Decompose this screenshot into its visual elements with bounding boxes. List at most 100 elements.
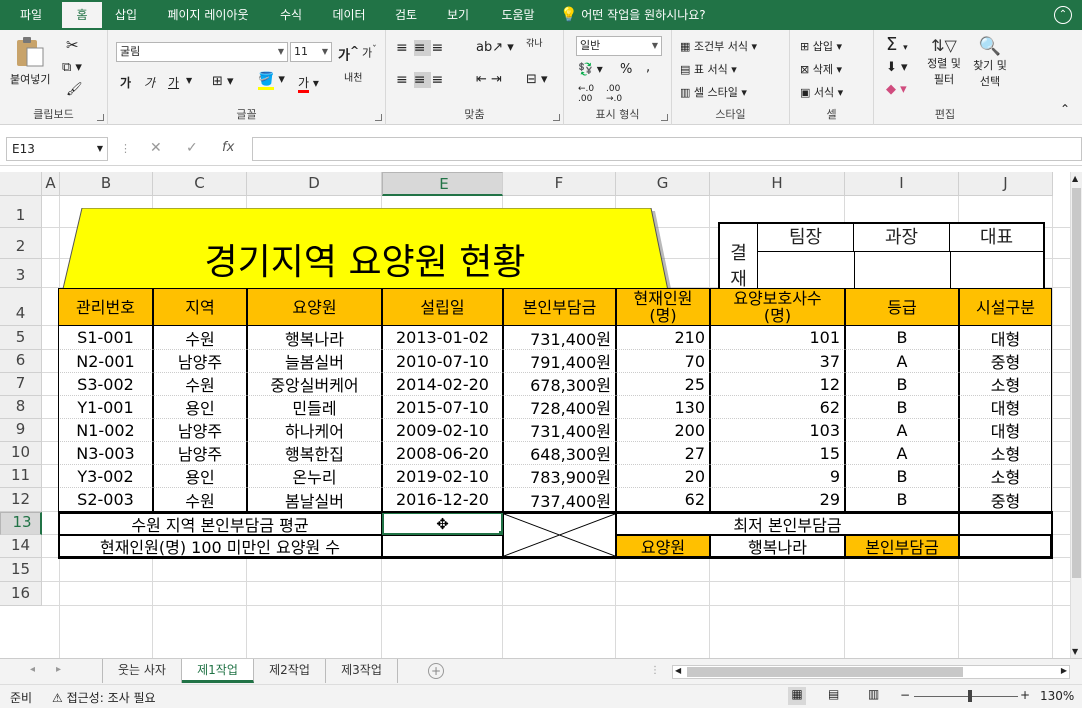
table-cell[interactable]: 소형 (959, 373, 1052, 396)
column-header-I[interactable]: I (845, 172, 959, 196)
min-blank-cell[interactable] (959, 512, 1052, 535)
sort-filter-button[interactable]: ⇅▽ 정렬 및 필터 (922, 36, 966, 87)
column-header-G[interactable]: G (616, 172, 710, 196)
tab-insert[interactable]: 삽입 (106, 0, 146, 30)
table-cell[interactable]: 2013-01-02 (382, 326, 503, 350)
table-cell[interactable]: 731,400원 (503, 326, 616, 350)
row-header-6[interactable]: 6 (0, 350, 42, 373)
insert-cells-button[interactable]: ⊞ 삽입 ▾ (800, 38, 842, 54)
table-cell[interactable]: 27 (616, 442, 710, 465)
tell-me-search[interactable]: 💡 어떤 작업을 원하시나요? (560, 0, 706, 30)
table-cell[interactable]: 늘봄실버 (247, 350, 382, 373)
hscroll-thumb[interactable] (687, 667, 963, 677)
table-cell[interactable]: A (845, 442, 959, 465)
cell-styles-button[interactable]: ▥ 셀 스타일 ▾ (680, 84, 747, 100)
scroll-right-icon[interactable]: ▶ (1061, 666, 1067, 675)
table-cell[interactable]: B (845, 465, 959, 488)
table-cell[interactable]: 737,400원 (503, 488, 616, 512)
table-cell[interactable]: 70 (616, 350, 710, 373)
scroll-left-icon[interactable]: ◀ (675, 666, 681, 675)
clear-icon[interactable]: ◆ ▾ (886, 82, 907, 97)
format-cells-button[interactable]: ▣ 서식 ▾ (800, 84, 843, 100)
table-cell[interactable]: 행복나라 (247, 326, 382, 350)
zoom-slider[interactable] (914, 690, 1018, 702)
formula-input[interactable] (252, 137, 1082, 161)
table-cell[interactable]: 용인 (153, 465, 247, 488)
enter-icon[interactable]: ✓ (186, 140, 198, 156)
table-cell[interactable]: B (845, 488, 959, 512)
selected-cell-e13[interactable]: ✥ (382, 512, 503, 535)
sheet-tab-4[interactable]: 제3작업 (326, 659, 398, 683)
row-header-4[interactable]: 4 (0, 288, 42, 326)
underline-dropdown-icon[interactable]: ▼ (186, 76, 192, 85)
wrap-text-button[interactable]: 갂나 (526, 40, 548, 49)
accessibility-status[interactable]: ⚠ 접근성: 조사 필요 (52, 689, 156, 706)
expand-ribbon-icon[interactable]: ⌃ (1054, 6, 1072, 24)
row-header-12[interactable]: 12 (0, 488, 42, 512)
select-all-corner[interactable] (0, 172, 42, 196)
table-cell[interactable]: S2-003 (58, 488, 153, 512)
conditional-format-button[interactable]: ▦ 조건부 서식 ▾ (680, 38, 757, 54)
table-cell[interactable]: 중형 (959, 350, 1052, 373)
table-cell[interactable]: 29 (710, 488, 845, 512)
horizontal-align-icons[interactable]: ≡≡≡ (396, 72, 449, 88)
table-cell[interactable]: Y3-002 (58, 465, 153, 488)
table-cell[interactable]: B (845, 326, 959, 350)
table-cell[interactable]: 소형 (959, 465, 1052, 488)
autosum-icon[interactable]: Σ ▾ (886, 34, 908, 55)
table-cell[interactable]: 수원 (153, 488, 247, 512)
table-cell[interactable]: 15 (710, 442, 845, 465)
border-icon[interactable]: ⊞ ▾ (212, 74, 234, 89)
clipboard-dialog-launcher[interactable] (97, 114, 104, 121)
row-header-7[interactable]: 7 (0, 373, 42, 396)
underline-button[interactable]: 가 (168, 74, 179, 91)
find-select-button[interactable]: 🔍 찾기 및 선택 (968, 36, 1012, 89)
table-cell[interactable]: 130 (616, 396, 710, 419)
copy-icon[interactable]: ⧉ ▾ (62, 60, 82, 75)
tab-formulas[interactable]: 수식 (270, 0, 312, 30)
collapse-ribbon-icon[interactable]: ⌃ (1060, 102, 1070, 116)
row-header-2[interactable]: 2 (0, 228, 42, 259)
comma-icon[interactable]: , (646, 60, 650, 75)
scroll-up-icon[interactable]: ▲ (1072, 174, 1078, 183)
tab-help[interactable]: 도움말 (490, 0, 546, 30)
sheet-tab-3[interactable]: 제2작업 (254, 659, 326, 683)
table-cell[interactable]: 하나케어 (247, 419, 382, 442)
insert-function-button[interactable]: fx (222, 140, 234, 155)
row-header-3[interactable]: 3 (0, 259, 42, 288)
table-cell[interactable]: 민들레 (247, 396, 382, 419)
row-header-8[interactable]: 8 (0, 396, 42, 419)
table-cell[interactable]: 행복한집 (247, 442, 382, 465)
cut-icon[interactable]: ✂ (66, 36, 79, 54)
row-header-10[interactable]: 10 (0, 442, 42, 465)
column-header-C[interactable]: C (153, 172, 247, 196)
number-format-select[interactable]: 일반 ▼ (576, 36, 662, 56)
table-cell[interactable]: 12 (710, 373, 845, 396)
font-name-select[interactable]: 굴림 ▼ (116, 42, 288, 62)
table-cell[interactable]: 대형 (959, 396, 1052, 419)
normal-view-icon[interactable]: ▦ (788, 687, 806, 705)
table-cell[interactable]: 2019-02-10 (382, 465, 503, 488)
row-header-16[interactable]: 16 (0, 582, 42, 606)
table-cell[interactable]: N3-003 (58, 442, 153, 465)
prev-sheet-icon[interactable]: ◂ (30, 664, 35, 675)
table-cell[interactable]: 2015-07-10 (382, 396, 503, 419)
font-size-select[interactable]: 11 ▼ (290, 42, 332, 62)
table-cell[interactable]: Y1-001 (58, 396, 153, 419)
table-cell[interactable]: A (845, 350, 959, 373)
table-cell[interactable]: 수원 (153, 373, 247, 396)
tab-home[interactable]: 홈 (62, 2, 102, 30)
row-header-5[interactable]: 5 (0, 326, 42, 350)
tab-data[interactable]: 데이터 (322, 0, 376, 30)
phonetic-button[interactable]: 내천 (344, 74, 364, 84)
zoom-out-icon[interactable]: − (900, 688, 910, 702)
merge-center-icon[interactable]: ⊟ ▾ (526, 72, 548, 87)
zoom-thumb[interactable] (968, 690, 972, 702)
table-cell[interactable]: 남양주 (153, 419, 247, 442)
table-cell[interactable]: 648,300원 (503, 442, 616, 465)
table-cell[interactable]: 온누리 (247, 465, 382, 488)
table-cell[interactable]: 대형 (959, 419, 1052, 442)
cancel-icon[interactable]: ✕ (150, 140, 162, 156)
page-break-view-icon[interactable]: ▥ (868, 687, 879, 701)
table-cell[interactable]: B (845, 373, 959, 396)
